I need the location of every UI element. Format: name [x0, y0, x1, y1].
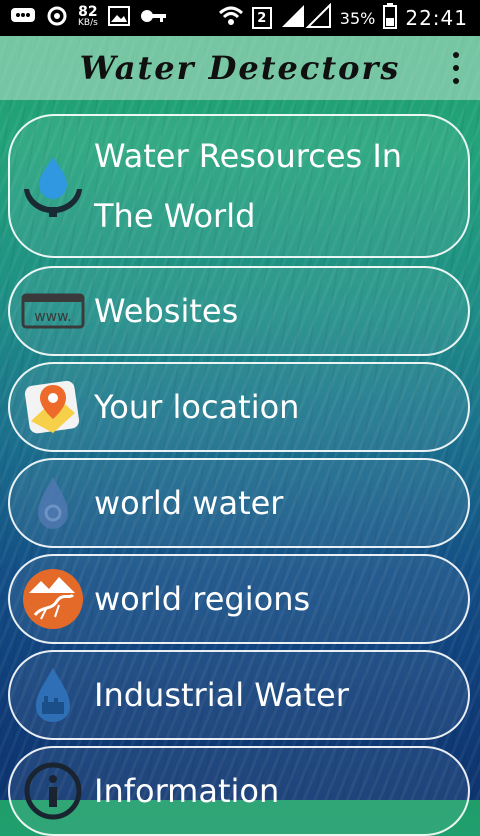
wifi-icon — [218, 5, 244, 31]
menu-item-information[interactable]: Information — [8, 746, 470, 836]
key-icon — [140, 8, 168, 28]
battery-percent: 35% — [339, 8, 376, 28]
menu-item-label: world water — [94, 484, 284, 522]
menu-item-water-resources[interactable]: Water Resources In The World — [8, 114, 470, 258]
message-icon — [10, 6, 36, 30]
menu-item-label: Industrial Water — [94, 676, 349, 714]
menu-item-industrial-water[interactable]: Industrial Water — [8, 650, 470, 740]
menu-item-label: Your location — [94, 388, 300, 426]
menu-item-world-water[interactable]: world water — [8, 458, 470, 548]
map-pin-icon — [20, 374, 86, 440]
menu-item-label: world regions — [94, 580, 311, 618]
www-icon: www. — [20, 278, 86, 344]
image-icon — [107, 6, 130, 30]
clock: 22:41 — [405, 6, 468, 30]
speed-unit: KB/s — [78, 18, 98, 28]
app-title: Water Detectors — [79, 49, 401, 87]
battery-icon — [383, 3, 398, 33]
overflow-menu-icon[interactable] — [450, 52, 462, 84]
menu-item-label: Information — [94, 772, 280, 810]
menu-item-label: Websites — [94, 292, 239, 330]
speed-value: 82 — [78, 4, 98, 20]
menu-item-websites[interactable]: www. Websites — [8, 266, 470, 356]
industrial-drop-icon — [20, 662, 86, 728]
network-speed: 82 KB/s — [78, 4, 98, 29]
status-bar: 82 KB/s 2 35% 22:41 — [0, 0, 480, 36]
info-icon — [20, 758, 86, 824]
regions-icon — [20, 566, 86, 632]
water-hands-icon — [20, 153, 86, 219]
signal-icon — [280, 2, 332, 33]
menu-item-your-location[interactable]: Your location — [8, 362, 470, 452]
menu-item-label: Water Resources In The World — [94, 137, 403, 235]
sync-icon — [46, 5, 68, 31]
sim-indicator: 2 — [251, 7, 272, 29]
app-bar: Water Detectors — [0, 36, 480, 100]
menu-item-world-regions[interactable]: world regions — [8, 554, 470, 644]
svg-text:www.: www. — [34, 309, 72, 325]
water-drop-icon — [20, 470, 86, 536]
